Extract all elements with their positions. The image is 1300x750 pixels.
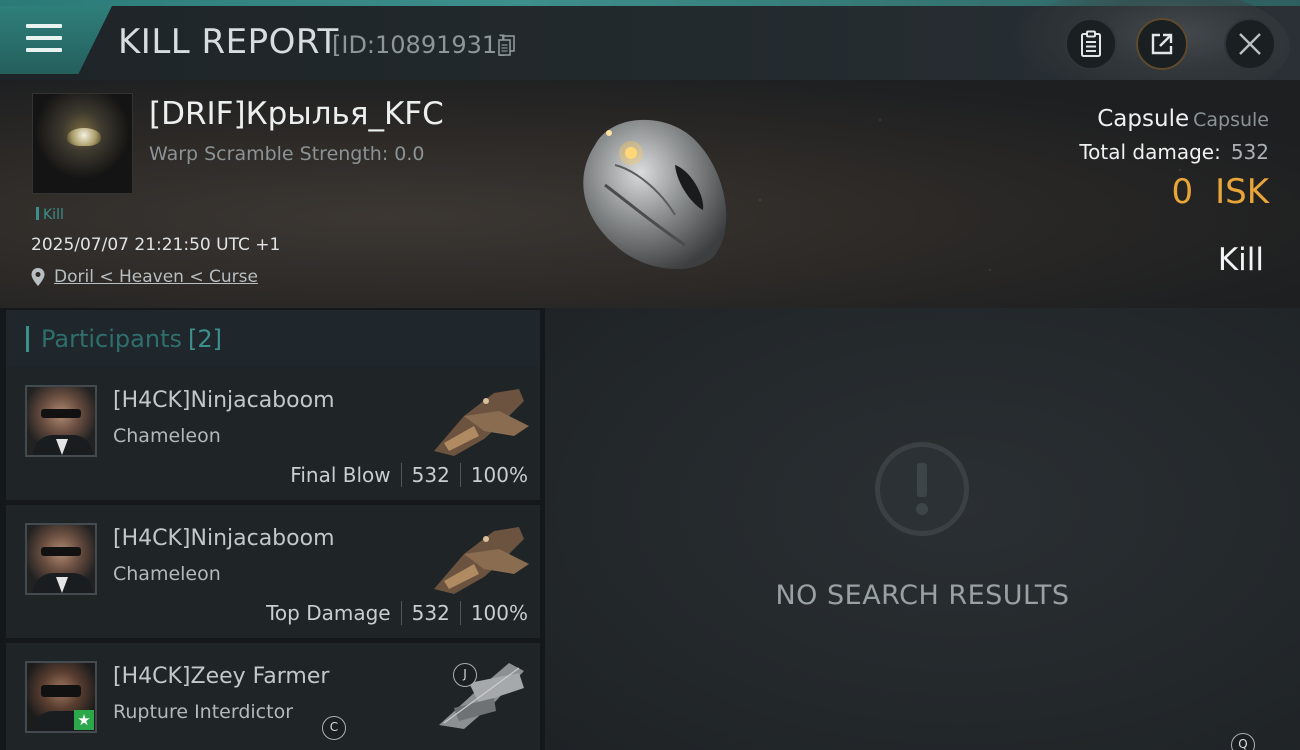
corner-badge[interactable]: Q <box>1231 733 1255 750</box>
kill-tag: Kill <box>36 207 64 223</box>
participant-row[interactable]: [H4CK]Ninjacaboom Chameleon Final Blow 5… <box>6 367 540 502</box>
no-results-message: NO SEARCH RESULTS <box>775 580 1070 611</box>
isk-unit: ISK <box>1215 172 1269 212</box>
header-bar: KILL REPORT [ID:10891931] <box>0 0 1300 106</box>
participant-avatar[interactable]: ★ <box>25 661 97 733</box>
participant-ship: Chameleon <box>113 425 221 447</box>
kill-result: Kill <box>1217 242 1264 278</box>
participant-role: Top Damage <box>266 601 391 625</box>
header-accent-bar <box>26 326 29 352</box>
hamburger-icon <box>26 24 62 52</box>
participant-avatar[interactable] <box>25 523 97 595</box>
participant-role: Final Blow <box>290 463 391 487</box>
participants-count: [2] <box>187 325 222 353</box>
participant-damage: 532 <box>411 601 450 625</box>
participant-avatar[interactable] <box>25 385 97 457</box>
clipboard-icon <box>1081 30 1101 57</box>
participant-ship: Rupture Interdictor <box>113 701 293 723</box>
warp-scramble-strength: Warp Scramble Strength: 0.0 <box>149 143 425 165</box>
participant-ship: Chameleon <box>113 563 221 585</box>
helmet-visor <box>67 128 101 146</box>
ship-thumbnail <box>434 527 529 594</box>
ship-thumbnail <box>434 389 529 456</box>
sunglasses <box>41 409 81 418</box>
participant-damage: 532 <box>411 463 450 487</box>
participant-percent: 100% <box>470 463 528 487</box>
location-pin-icon <box>31 268 45 286</box>
kill-report-id: [ID:10891931] <box>332 31 507 59</box>
victim-banner: [DRIF]Крылья_KFC Warp Scramble Strength:… <box>0 80 1300 308</box>
isk-value: 0 ISK <box>1171 172 1269 212</box>
exclamation-icon <box>875 442 969 536</box>
participant-row[interactable]: ★ [H4CK]Zeey Farmer Rupture Interdictor … <box>6 643 540 750</box>
ship-name: Capsule <box>1097 106 1190 132</box>
total-damage-value: 532 <box>1230 140 1269 164</box>
total-damage: Total damage: 532 <box>1079 140 1269 164</box>
ship-thumbnail <box>439 663 524 729</box>
location-link[interactable]: Doril < Heaven < Curse <box>54 267 258 287</box>
star-badge-icon: ★ <box>74 710 94 730</box>
victim-name[interactable]: [DRIF]Крылья_KFC <box>149 96 444 132</box>
kill-location[interactable]: Doril < Heaven < Curse <box>30 267 258 287</box>
exclamation-glyph <box>916 463 928 515</box>
participant-percent: 100% <box>470 601 528 625</box>
participant-row[interactable]: [H4CK]Ninjacaboom Chameleon Top Damage 5… <box>6 505 540 640</box>
share-icon <box>1151 33 1173 55</box>
total-damage-label: Total damage: <box>1079 140 1221 164</box>
divider <box>400 601 402 625</box>
menu-button[interactable] <box>0 6 112 74</box>
participants-title: Participants [2] <box>41 325 222 353</box>
victim-avatar[interactable] <box>32 93 133 194</box>
ship-type: Capsule <box>1193 109 1269 131</box>
ship-badge[interactable]: C <box>322 716 346 740</box>
capsule-ship-image <box>583 119 727 270</box>
participants-label: Participants <box>41 325 182 353</box>
close-button[interactable] <box>1224 18 1276 70</box>
close-icon <box>1239 33 1261 55</box>
participant-stats: Final Blow 532 100% <box>290 463 528 487</box>
kill-timestamp: 2025/07/07 21:21:50 UTC +1 <box>31 235 281 255</box>
share-button[interactable] <box>1136 18 1188 70</box>
results-panel: NO SEARCH RESULTS <box>545 308 1300 750</box>
victim-ship[interactable]: Capsule Capsule <box>1097 106 1269 132</box>
copy-icon[interactable] <box>498 35 516 57</box>
divider <box>400 463 402 487</box>
participant-stats: Top Damage 532 100% <box>266 601 528 625</box>
sunglasses <box>41 547 81 556</box>
participants-panel: Participants [2] [H4CK]Ninjacaboom Chamel… <box>0 308 545 750</box>
participant-name: [H4CK]Zeey Farmer <box>113 664 330 689</box>
divider <box>459 601 461 625</box>
divider <box>459 463 461 487</box>
participants-header: Participants [2] <box>6 310 540 367</box>
isk-amount: 0 <box>1171 172 1194 212</box>
participant-name: [H4CK]Ninjacaboom <box>113 526 335 551</box>
clipboard-button[interactable] <box>1065 18 1117 70</box>
visor-goggles <box>41 685 81 697</box>
thumbnail-badge[interactable]: J <box>453 663 477 687</box>
participant-name: [H4CK]Ninjacaboom <box>113 388 335 413</box>
page-title: KILL REPORT <box>118 22 339 62</box>
